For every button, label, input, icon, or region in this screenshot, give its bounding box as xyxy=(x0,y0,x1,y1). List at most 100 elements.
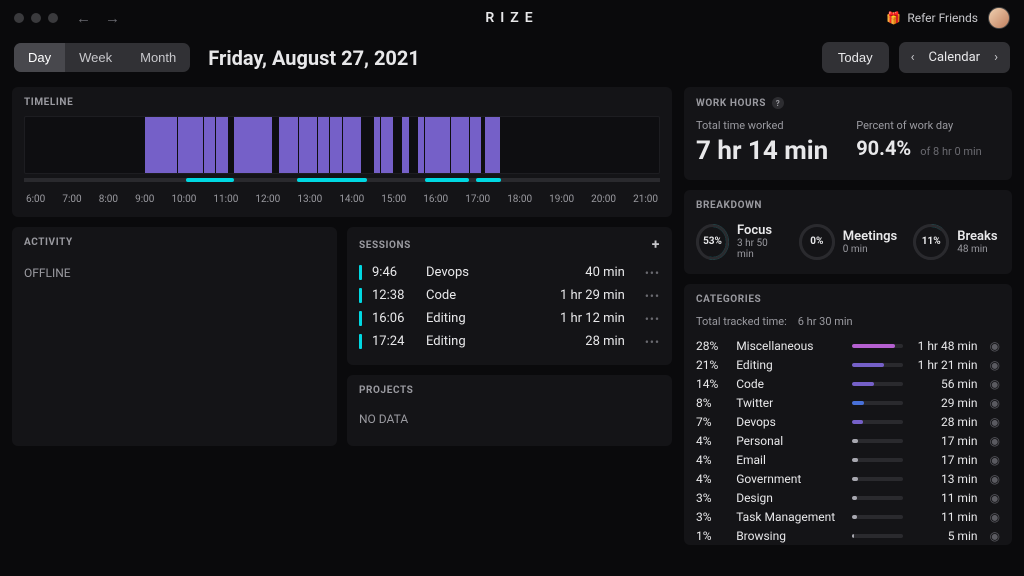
tab-week[interactable]: Week xyxy=(65,43,126,72)
category-bar xyxy=(852,363,903,367)
category-row[interactable]: 4%Personal17 min◉ xyxy=(684,431,1012,450)
maximize-window[interactable] xyxy=(48,13,58,23)
breakdown-item[interactable]: 11%Breaks48 min xyxy=(913,224,1000,260)
category-row[interactable]: 4%Email17 min◉ xyxy=(684,450,1012,469)
minimize-window[interactable] xyxy=(31,13,41,23)
timeline-block[interactable] xyxy=(234,117,272,173)
session-duration: 1 hr 12 min xyxy=(560,311,625,326)
visibility-icon[interactable]: ◉ xyxy=(990,453,1000,467)
session-row[interactable]: 12:38Code1 hr 29 min••• xyxy=(359,284,660,307)
visibility-icon[interactable]: ◉ xyxy=(990,510,1000,524)
session-time: 16:06 xyxy=(372,311,416,326)
session-more-icon[interactable]: ••• xyxy=(645,266,660,280)
refer-friends-link[interactable]: Refer Friends xyxy=(886,11,978,25)
chevron-left-icon[interactable]: ‹ xyxy=(911,50,915,65)
category-bar xyxy=(852,515,903,519)
session-row[interactable]: 9:46Devops40 min••• xyxy=(359,261,660,284)
total-worked-value: 7 hr 14 min xyxy=(696,136,828,166)
session-more-icon[interactable]: ••• xyxy=(645,289,660,303)
category-row[interactable]: 3%Task Management11 min◉ xyxy=(684,507,1012,526)
calendar-button[interactable]: ‹ Calendar › xyxy=(899,42,1010,73)
subheader: Day Week Month Friday, August 27, 2021 T… xyxy=(0,36,1024,87)
category-duration: 17 min xyxy=(911,434,977,448)
category-duration: 13 min xyxy=(911,472,977,486)
projects-heading: PROJECTS xyxy=(347,375,672,404)
visibility-icon[interactable]: ◉ xyxy=(990,472,1000,486)
visibility-icon[interactable]: ◉ xyxy=(990,491,1000,505)
category-pct: 1% xyxy=(696,529,728,543)
timeline-block[interactable] xyxy=(485,117,501,173)
visibility-icon[interactable]: ◉ xyxy=(990,529,1000,543)
info-icon[interactable]: ? xyxy=(772,97,784,109)
timeline-block[interactable] xyxy=(374,117,393,173)
timeline-hour-label: 10:00 xyxy=(171,194,196,205)
avatar[interactable] xyxy=(988,7,1010,29)
breakdown-item[interactable]: 0%Meetings0 min xyxy=(799,224,897,260)
visibility-icon[interactable]: ◉ xyxy=(990,377,1000,391)
visibility-icon[interactable]: ◉ xyxy=(990,415,1000,429)
visibility-icon[interactable]: ◉ xyxy=(990,358,1000,372)
session-more-icon[interactable]: ••• xyxy=(645,312,660,326)
session-row[interactable]: 17:24Editing28 min••• xyxy=(359,330,660,353)
close-window[interactable] xyxy=(14,13,24,23)
session-tick xyxy=(359,265,362,280)
breakdown-label: Focus xyxy=(737,223,783,238)
pct-day-of: of 8 hr 0 min xyxy=(920,145,982,158)
visibility-icon[interactable]: ◉ xyxy=(990,434,1000,448)
category-row[interactable]: 1%Browsing5 min◉ xyxy=(684,526,1012,545)
add-session-icon[interactable]: + xyxy=(652,237,660,253)
session-duration: 1 hr 29 min xyxy=(560,288,625,303)
pct-day-label: Percent of work day xyxy=(856,119,982,132)
nav-forward-icon[interactable]: → xyxy=(105,9,120,27)
category-row[interactable]: 3%Design11 min◉ xyxy=(684,488,1012,507)
timeline-hour-label: 17:00 xyxy=(465,194,490,205)
category-duration: 11 min xyxy=(911,510,977,524)
category-name: Email xyxy=(736,453,844,467)
timeline-block[interactable] xyxy=(402,117,408,173)
category-row[interactable]: 8%Twitter29 min◉ xyxy=(684,393,1012,412)
timeline-hour-label: 8:00 xyxy=(99,194,118,205)
category-pct: 3% xyxy=(696,510,728,524)
chevron-right-icon[interactable]: › xyxy=(994,50,998,65)
visibility-icon[interactable]: ◉ xyxy=(990,396,1000,410)
nav-back-icon[interactable]: ← xyxy=(76,9,91,27)
category-pct: 21% xyxy=(696,358,728,372)
category-bar xyxy=(852,496,903,500)
session-more-icon[interactable]: ••• xyxy=(645,335,660,349)
timeline-track[interactable] xyxy=(24,116,660,174)
visibility-icon[interactable]: ◉ xyxy=(990,339,1000,353)
tab-month[interactable]: Month xyxy=(126,43,190,72)
timeline-hour-label: 11:00 xyxy=(213,194,238,205)
category-bar xyxy=(852,382,903,386)
today-button[interactable]: Today xyxy=(822,42,889,73)
category-name: Design xyxy=(736,491,844,505)
category-row[interactable]: 28%Miscellaneous1 hr 48 min◉ xyxy=(684,336,1012,355)
category-bar xyxy=(852,439,903,443)
timeline-hour-label: 12:00 xyxy=(255,194,280,205)
category-bar xyxy=(852,477,903,481)
breakdown-item[interactable]: 53% Focus3 hr 50 min xyxy=(696,223,783,260)
category-row[interactable]: 21%Editing1 hr 21 min◉ xyxy=(684,355,1012,374)
breakdown-sub: 0 min xyxy=(843,244,897,255)
activity-panel: ACTIVITY OFFLINE xyxy=(12,227,337,446)
timeline-hour-label: 6:00 xyxy=(26,194,45,205)
categories-panel: CATEGORIES Total tracked time: 6 hr 30 m… xyxy=(684,284,1012,545)
tab-day[interactable]: Day xyxy=(14,43,65,72)
session-name: Code xyxy=(426,288,550,303)
category-row[interactable]: 4%Government13 min◉ xyxy=(684,469,1012,488)
breakdown-ring: 53% xyxy=(696,224,729,260)
category-row[interactable]: 14%Code56 min◉ xyxy=(684,374,1012,393)
category-pct: 14% xyxy=(696,377,728,391)
session-row[interactable]: 16:06 Editing 1 hr 12 min ••• xyxy=(359,307,660,330)
category-row[interactable]: 7%Devops28 min◉ xyxy=(684,412,1012,431)
projects-empty: NO DATA xyxy=(359,404,660,434)
timeline-block[interactable] xyxy=(279,117,361,173)
timeline-hour-label: 18:00 xyxy=(507,194,532,205)
sessions-title: SESSIONS xyxy=(359,240,411,251)
breakdown-sub: 3 hr 50 min xyxy=(737,238,783,260)
category-bar xyxy=(852,401,903,405)
session-name: Editing xyxy=(426,311,550,326)
session-duration: 40 min xyxy=(585,265,625,280)
date-title: Friday, August 27, 2021 xyxy=(208,46,420,70)
tracked-value: 6 hr 30 min xyxy=(798,315,853,328)
